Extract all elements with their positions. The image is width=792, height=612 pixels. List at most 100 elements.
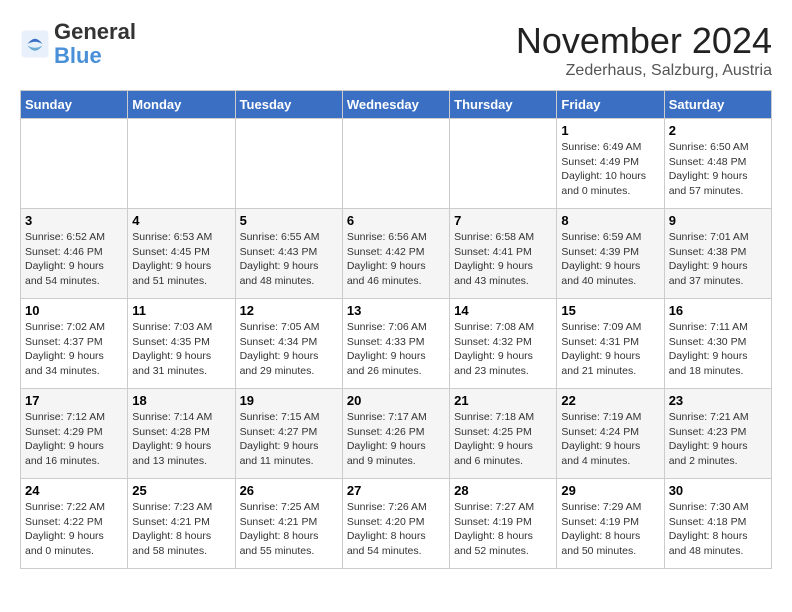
calendar-cell: 6 Sunrise: 6:56 AM Sunset: 4:42 PM Daylig… bbox=[342, 209, 449, 299]
day-info: Sunrise: 7:19 AM Sunset: 4:24 PM Dayligh… bbox=[561, 410, 659, 469]
logo-icon bbox=[20, 29, 50, 59]
day-info: Sunrise: 7:23 AM Sunset: 4:21 PM Dayligh… bbox=[132, 500, 230, 559]
day-number: 28 bbox=[454, 483, 552, 498]
calendar-cell: 26 Sunrise: 7:25 AM Sunset: 4:21 PM Dayli… bbox=[235, 479, 342, 569]
day-info: Sunrise: 7:26 AM Sunset: 4:20 PM Dayligh… bbox=[347, 500, 445, 559]
calendar-cell: 27Sunrise: 7:26 AM Sunset: 4:20 PM Dayli… bbox=[342, 479, 449, 569]
day-info: Sunrise: 7:30 AM Sunset: 4:18 PM Dayligh… bbox=[669, 500, 767, 559]
logo-text: GeneralBlue bbox=[54, 20, 136, 68]
calendar-cell: 30 Sunrise: 7:30 AM Sunset: 4:18 PM Dayli… bbox=[664, 479, 771, 569]
day-number: 16 bbox=[669, 303, 767, 318]
calendar-cell: 1 Sunrise: 6:49 AM Sunset: 4:49 PM Daylig… bbox=[557, 119, 664, 209]
day-info: Sunrise: 7:15 AM Sunset: 4:27 PM Dayligh… bbox=[240, 410, 338, 469]
day-info: Sunrise: 7:11 AM Sunset: 4:30 PM Dayligh… bbox=[669, 320, 767, 379]
day-info: Sunrise: 7:18 AM Sunset: 4:25 PM Dayligh… bbox=[454, 410, 552, 469]
calendar-cell: 18Sunrise: 7:14 AM Sunset: 4:28 PM Dayli… bbox=[128, 389, 235, 479]
calendar-cell: 12 Sunrise: 7:05 AM Sunset: 4:34 PM Dayli… bbox=[235, 299, 342, 389]
col-header-monday: Monday bbox=[128, 91, 235, 119]
day-info: Sunrise: 7:01 AM Sunset: 4:38 PM Dayligh… bbox=[669, 230, 767, 289]
day-number: 21 bbox=[454, 393, 552, 408]
calendar-cell: 13Sunrise: 7:06 AM Sunset: 4:33 PM Dayli… bbox=[342, 299, 449, 389]
day-number: 20 bbox=[347, 393, 445, 408]
calendar-cell: 4 Sunrise: 6:53 AM Sunset: 4:45 PM Daylig… bbox=[128, 209, 235, 299]
day-number: 19 bbox=[240, 393, 338, 408]
calendar-cell: 17Sunrise: 7:12 AM Sunset: 4:29 PM Dayli… bbox=[21, 389, 128, 479]
calendar-cell bbox=[342, 119, 449, 209]
day-number: 9 bbox=[669, 213, 767, 228]
day-number: 14 bbox=[454, 303, 552, 318]
calendar-cell: 3 Sunrise: 6:52 AM Sunset: 4:46 PM Daylig… bbox=[21, 209, 128, 299]
calendar-cell: 9 Sunrise: 7:01 AM Sunset: 4:38 PM Daylig… bbox=[664, 209, 771, 299]
calendar-week-row: 24 Sunrise: 7:22 AM Sunset: 4:22 PM Dayli… bbox=[21, 479, 772, 569]
calendar-cell: 11 Sunrise: 7:03 AM Sunset: 4:35 PM Dayli… bbox=[128, 299, 235, 389]
calendar-header-row: SundayMondayTuesdayWednesdayThursdayFrid… bbox=[21, 91, 772, 119]
calendar-cell: 10 Sunrise: 7:02 AM Sunset: 4:37 PM Dayli… bbox=[21, 299, 128, 389]
day-info: Sunrise: 7:29 AM Sunset: 4:19 PM Dayligh… bbox=[561, 500, 659, 559]
day-info: Sunrise: 7:27 AM Sunset: 4:19 PM Dayligh… bbox=[454, 500, 552, 559]
day-number: 4 bbox=[132, 213, 230, 228]
calendar-cell bbox=[21, 119, 128, 209]
day-info: Sunrise: 6:58 AM Sunset: 4:41 PM Dayligh… bbox=[454, 230, 552, 289]
day-number: 26 bbox=[240, 483, 338, 498]
day-info: Sunrise: 7:09 AM Sunset: 4:31 PM Dayligh… bbox=[561, 320, 659, 379]
calendar-cell: 5 Sunrise: 6:55 AM Sunset: 4:43 PM Daylig… bbox=[235, 209, 342, 299]
calendar-cell: 25 Sunrise: 7:23 AM Sunset: 4:21 PM Dayli… bbox=[128, 479, 235, 569]
calendar-cell bbox=[128, 119, 235, 209]
day-number: 30 bbox=[669, 483, 767, 498]
day-info: Sunrise: 7:05 AM Sunset: 4:34 PM Dayligh… bbox=[240, 320, 338, 379]
day-number: 1 bbox=[561, 123, 659, 138]
day-number: 25 bbox=[132, 483, 230, 498]
col-header-thursday: Thursday bbox=[450, 91, 557, 119]
month-title: November 2024 bbox=[516, 20, 772, 62]
day-info: Sunrise: 7:03 AM Sunset: 4:35 PM Dayligh… bbox=[132, 320, 230, 379]
calendar-week-row: 10 Sunrise: 7:02 AM Sunset: 4:37 PM Dayli… bbox=[21, 299, 772, 389]
day-info: Sunrise: 6:49 AM Sunset: 4:49 PM Dayligh… bbox=[561, 140, 659, 199]
day-number: 24 bbox=[25, 483, 123, 498]
calendar-cell: 7Sunrise: 6:58 AM Sunset: 4:41 PM Daylig… bbox=[450, 209, 557, 299]
day-info: Sunrise: 6:52 AM Sunset: 4:46 PM Dayligh… bbox=[25, 230, 123, 289]
calendar-cell: 2 Sunrise: 6:50 AM Sunset: 4:48 PM Daylig… bbox=[664, 119, 771, 209]
day-number: 10 bbox=[25, 303, 123, 318]
day-info: Sunrise: 7:14 AM Sunset: 4:28 PM Dayligh… bbox=[132, 410, 230, 469]
day-info: Sunrise: 7:21 AM Sunset: 4:23 PM Dayligh… bbox=[669, 410, 767, 469]
day-number: 11 bbox=[132, 303, 230, 318]
day-info: Sunrise: 6:53 AM Sunset: 4:45 PM Dayligh… bbox=[132, 230, 230, 289]
location-subtitle: Zederhaus, Salzburg, Austria bbox=[516, 62, 772, 80]
col-header-friday: Friday bbox=[557, 91, 664, 119]
day-info: Sunrise: 7:25 AM Sunset: 4:21 PM Dayligh… bbox=[240, 500, 338, 559]
logo: GeneralBlue bbox=[20, 20, 136, 68]
day-info: Sunrise: 7:02 AM Sunset: 4:37 PM Dayligh… bbox=[25, 320, 123, 379]
col-header-tuesday: Tuesday bbox=[235, 91, 342, 119]
day-info: Sunrise: 6:50 AM Sunset: 4:48 PM Dayligh… bbox=[669, 140, 767, 199]
day-number: 5 bbox=[240, 213, 338, 228]
day-number: 13 bbox=[347, 303, 445, 318]
calendar-cell bbox=[235, 119, 342, 209]
day-info: Sunrise: 6:59 AM Sunset: 4:39 PM Dayligh… bbox=[561, 230, 659, 289]
day-info: Sunrise: 7:22 AM Sunset: 4:22 PM Dayligh… bbox=[25, 500, 123, 559]
day-number: 12 bbox=[240, 303, 338, 318]
calendar-cell: 20 Sunrise: 7:17 AM Sunset: 4:26 PM Dayli… bbox=[342, 389, 449, 479]
calendar-cell: 29 Sunrise: 7:29 AM Sunset: 4:19 PM Dayli… bbox=[557, 479, 664, 569]
day-number: 2 bbox=[669, 123, 767, 138]
day-info: Sunrise: 7:12 AM Sunset: 4:29 PM Dayligh… bbox=[25, 410, 123, 469]
calendar-cell: 24 Sunrise: 7:22 AM Sunset: 4:22 PM Dayli… bbox=[21, 479, 128, 569]
col-header-wednesday: Wednesday bbox=[342, 91, 449, 119]
day-number: 3 bbox=[25, 213, 123, 228]
calendar-week-row: 3 Sunrise: 6:52 AM Sunset: 4:46 PM Daylig… bbox=[21, 209, 772, 299]
col-header-sunday: Sunday bbox=[21, 91, 128, 119]
day-number: 29 bbox=[561, 483, 659, 498]
calendar-cell: 8Sunrise: 6:59 AM Sunset: 4:39 PM Daylig… bbox=[557, 209, 664, 299]
calendar-cell: 16 Sunrise: 7:11 AM Sunset: 4:30 PM Dayli… bbox=[664, 299, 771, 389]
calendar-cell: 22Sunrise: 7:19 AM Sunset: 4:24 PM Dayli… bbox=[557, 389, 664, 479]
calendar-cell: 23Sunrise: 7:21 AM Sunset: 4:23 PM Dayli… bbox=[664, 389, 771, 479]
calendar-cell: 21 Sunrise: 7:18 AM Sunset: 4:25 PM Dayli… bbox=[450, 389, 557, 479]
day-info: Sunrise: 7:17 AM Sunset: 4:26 PM Dayligh… bbox=[347, 410, 445, 469]
calendar-table: SundayMondayTuesdayWednesdayThursdayFrid… bbox=[20, 90, 772, 569]
day-info: Sunrise: 6:56 AM Sunset: 4:42 PM Dayligh… bbox=[347, 230, 445, 289]
calendar-cell: 15 Sunrise: 7:09 AM Sunset: 4:31 PM Dayli… bbox=[557, 299, 664, 389]
day-info: Sunrise: 6:55 AM Sunset: 4:43 PM Dayligh… bbox=[240, 230, 338, 289]
day-info: Sunrise: 7:08 AM Sunset: 4:32 PM Dayligh… bbox=[454, 320, 552, 379]
day-number: 15 bbox=[561, 303, 659, 318]
col-header-saturday: Saturday bbox=[664, 91, 771, 119]
day-number: 6 bbox=[347, 213, 445, 228]
